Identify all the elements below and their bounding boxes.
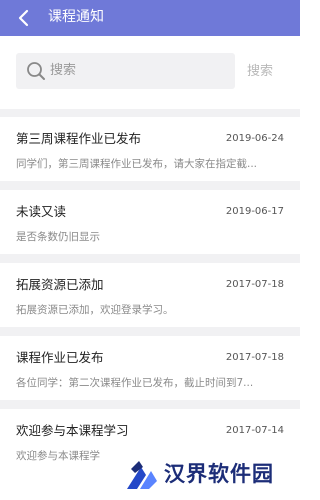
notice-preview: 是否条数仍旧显示 [16, 231, 100, 243]
search-placeholder: 搜索 [50, 63, 77, 78]
notice-date: 2017-07-14 [225, 425, 284, 436]
list-divider [0, 400, 300, 409]
notice-preview: 各位同学：第二次课程作业已发布，截止时间到7... [16, 377, 254, 389]
list-divider [0, 254, 300, 263]
notice-date: 2019-06-24 [225, 133, 284, 144]
search-submit-button[interactable]: 搜索 [247, 62, 273, 82]
list-divider [0, 181, 300, 190]
notice-title: 第三周课程作业已发布 [16, 131, 142, 146]
notice-date: 2019-06-17 [225, 206, 284, 217]
notice-title: 欢迎参与本课程学习 [16, 423, 129, 438]
list-item[interactable]: 课程作业已发布 2017-07-18 各位同学：第二次课程作业已发布，截止时间到… [0, 336, 300, 400]
chevron-left-icon [18, 9, 29, 27]
notice-title: 拓展资源已添加 [16, 277, 104, 292]
search-icon [27, 62, 45, 80]
search-bar: 搜索 搜索 [0, 36, 300, 109]
list-item[interactable]: 未读又读 2019-06-17 是否条数仍旧显示 [0, 190, 300, 254]
list-item[interactable]: 第三周课程作业已发布 2019-06-24 同学们，第三周课程作业已发布，请大家… [0, 117, 300, 181]
notice-preview: 同学们，第三周课程作业已发布，请大家在指定截... [16, 158, 258, 170]
search-input[interactable]: 搜索 [16, 53, 235, 89]
back-button[interactable] [12, 6, 36, 30]
site-watermark: 汉界软件园 [116, 449, 300, 500]
watermark-text: 汉界软件园 [164, 462, 274, 486]
notice-title: 课程作业已发布 [16, 350, 104, 365]
page-title: 课程通知 [48, 9, 104, 25]
watermark-logo-icon [127, 461, 157, 489]
notice-screen: 课程通知 搜索 搜索 第三周课程作业已发布 2019-06-24 同学们，第三周… [0, 0, 300, 500]
notice-date: 2017-07-18 [225, 279, 284, 290]
notice-title: 未读又读 [16, 204, 67, 219]
list-divider [0, 109, 300, 117]
notice-date: 2017-07-18 [225, 352, 284, 363]
list-divider [0, 327, 300, 336]
notice-preview: 拓展资源已添加，欢迎登录学习。 [16, 304, 174, 316]
list-item[interactable]: 拓展资源已添加 2017-07-18 拓展资源已添加，欢迎登录学习。 [0, 263, 300, 327]
top-nav-bar: 课程通知 [0, 0, 300, 36]
